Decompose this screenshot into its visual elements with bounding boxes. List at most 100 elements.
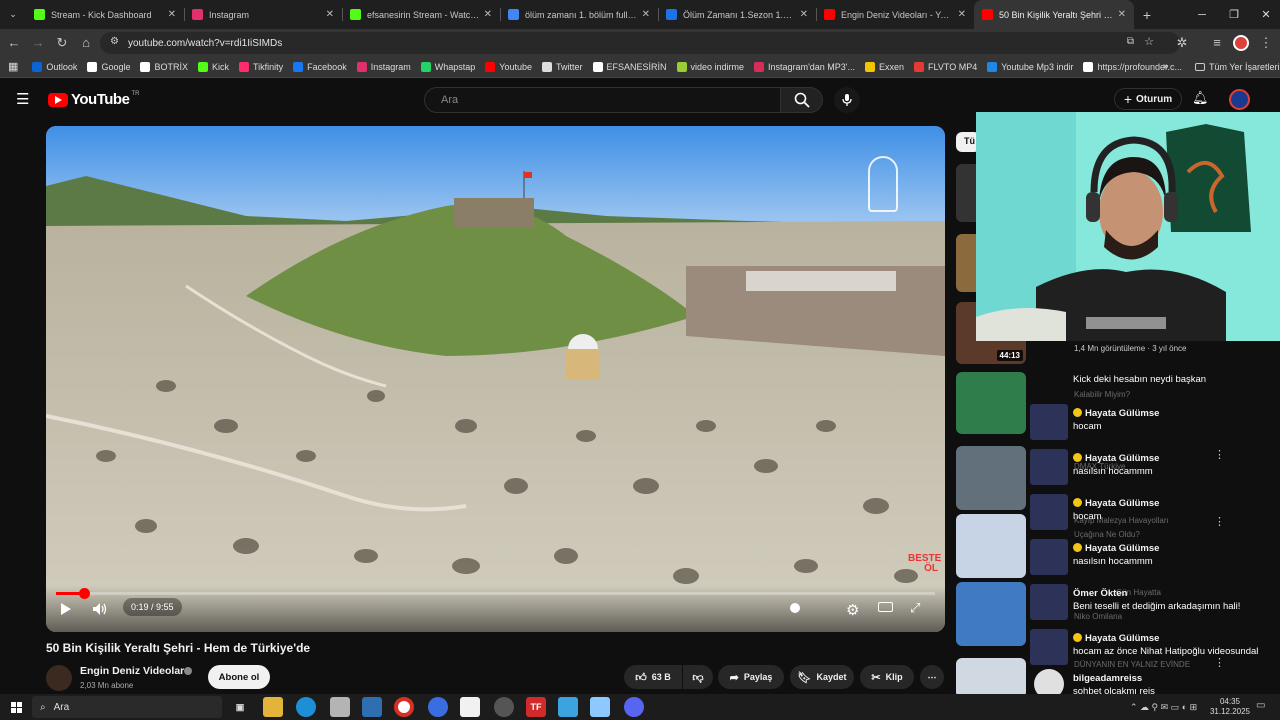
tab-close-icon[interactable]: ✕: [1118, 9, 1126, 20]
related-thumbnail[interactable]: [956, 372, 1026, 434]
bookmark-item[interactable]: BOTRİX: [140, 61, 188, 72]
tab-close-icon[interactable]: ✕: [958, 9, 966, 20]
taskbar-search[interactable]: ⌕ Ara: [32, 696, 222, 718]
channel-avatar[interactable]: [46, 665, 72, 691]
browser-tab[interactable]: Instagram ✕: [184, 0, 342, 29]
bookmark-item[interactable]: Instagram: [356, 61, 411, 72]
start-menu-icon[interactable]: [6, 697, 26, 717]
bookmark-item[interactable]: Tikfinity: [239, 61, 283, 72]
tab-close-icon[interactable]: ✕: [800, 9, 808, 20]
bookmark-item[interactable]: video indirme: [676, 61, 744, 72]
voice-search-button[interactable]: [834, 87, 860, 113]
notifications-bell-icon[interactable]: 🔔︎: [1192, 90, 1209, 106]
home-icon[interactable]: ⌂: [74, 31, 98, 55]
browser-tab[interactable]: Stream - Kick Dashboard ✕: [26, 0, 184, 29]
new-tab-button[interactable]: +: [1134, 7, 1160, 23]
subscribe-button[interactable]: Abone ol: [208, 665, 270, 689]
install-app-icon[interactable]: ⧉: [1127, 36, 1134, 47]
browser-tab[interactable]: Engin Deniz Videoları - YouTube ✕: [816, 0, 974, 29]
bookmark-item[interactable]: Youtube: [485, 61, 532, 72]
profile-avatar[interactable]: [1233, 35, 1249, 51]
all-bookmarks-folder[interactable]: Tüm Yer İşaretleri: [1195, 62, 1280, 72]
discord-icon[interactable]: [624, 697, 644, 717]
bookmark-item[interactable]: Outlook: [32, 61, 77, 72]
bookmark-item[interactable]: Whapstap: [420, 61, 475, 72]
bookmark-item[interactable]: Twitter: [541, 61, 583, 72]
more-actions-button[interactable]: ⋯: [920, 665, 944, 689]
create-button[interactable]: + Oturum: [1114, 88, 1182, 110]
chrome-icon[interactable]: [394, 697, 414, 717]
share-button[interactable]: ➦ Paylaş: [718, 665, 784, 689]
tikfinity-icon[interactable]: TF: [526, 697, 546, 717]
dislike-button[interactable]: 👎︎: [683, 665, 713, 689]
forward-icon[interactable]: →: [26, 31, 50, 55]
close-window-icon[interactable]: ✕: [1250, 0, 1280, 29]
related-thumbnail[interactable]: [956, 658, 1026, 698]
back-icon[interactable]: ←: [2, 31, 26, 55]
tab-close-icon[interactable]: ✕: [484, 9, 492, 20]
reload-icon[interactable]: ↻: [50, 31, 74, 55]
bookmark-star-icon[interactable]: ☆: [1144, 35, 1154, 48]
bookmark-item[interactable]: Instagram'dan MP3'...: [754, 61, 855, 72]
task-view-icon[interactable]: ▣: [230, 697, 250, 717]
notification-center-icon[interactable]: ▭: [1256, 700, 1265, 711]
browser-tab[interactable]: ölüm zamanı 1. bölüm full izle ✕: [500, 0, 658, 29]
app-icon[interactable]: [428, 697, 448, 717]
bookmark-item[interactable]: Exxen: [865, 61, 904, 72]
app-icon[interactable]: [590, 697, 610, 717]
bookmark-item[interactable]: Kick: [197, 61, 229, 72]
tab-close-icon[interactable]: ✕: [168, 9, 176, 20]
windows-taskbar: ⌕ Ara ▣ TF ⌃ ☁ ⚲ ✉ ▭ ◐ ⊞ 04:35 31.12.2025…: [0, 694, 1280, 720]
app-icon[interactable]: [558, 697, 578, 717]
bookmark-item[interactable]: FLVTO MP4: [914, 61, 977, 72]
youtube-logo[interactable]: YouTube TR: [48, 91, 139, 108]
tab-search-button[interactable]: ⌄: [0, 0, 26, 29]
mute-button[interactable]: [92, 602, 108, 618]
address-bar[interactable]: ⚙ youtube.com/watch?v=rdi1IiSIMDs ⧉ ☆: [100, 32, 1180, 54]
video-player[interactable]: BESTE ÖL 0:19 / 9:55 ⚙ ⤢: [46, 126, 945, 632]
tab-close-icon[interactable]: ✕: [326, 9, 334, 20]
clip-button[interactable]: ✂ Klip: [860, 665, 914, 689]
bookmark-item[interactable]: Facebook: [293, 61, 347, 72]
save-button[interactable]: 🔖︎ Kaydet: [790, 665, 854, 689]
extensions-icon[interactable]: ✲: [1170, 31, 1194, 55]
account-avatar[interactable]: [1229, 89, 1250, 110]
related-thumbnail[interactable]: [956, 514, 1026, 578]
play-button[interactable]: [60, 602, 72, 618]
video-title: 50 Bin Kişilik Yeraltı Şehri - Hem de Tü…: [46, 641, 311, 655]
app-icon[interactable]: [494, 697, 514, 717]
channel-name[interactable]: Engin Deniz Videoları: [80, 665, 187, 677]
notepad-icon[interactable]: [460, 697, 480, 717]
search-input[interactable]: Ara: [424, 87, 781, 113]
fullscreen-button[interactable]: ⤢: [910, 600, 920, 616]
theater-mode-button[interactable]: [878, 602, 893, 614]
store-icon[interactable]: [330, 697, 350, 717]
hamburger-menu-icon[interactable]: ☰: [16, 90, 29, 108]
autoplay-toggle[interactable]: [790, 603, 800, 615]
bookmark-item[interactable]: Google: [87, 61, 130, 72]
app-icon[interactable]: [362, 697, 382, 717]
browser-tab[interactable]: efsanesirin Stream - Watch Live ✕: [342, 0, 500, 29]
settings-button[interactable]: ⚙: [846, 601, 859, 619]
browser-tab[interactable]: Ölüm Zamanı 1.Sezon 1.Bölüm ✕: [658, 0, 816, 29]
minimize-icon[interactable]: ─: [1186, 0, 1218, 29]
browser-menu-icon[interactable]: ⋮: [1254, 31, 1278, 55]
apps-grid-icon[interactable]: ▦: [8, 60, 18, 73]
bookmarks-overflow-icon[interactable]: »: [1163, 61, 1169, 72]
tab-close-icon[interactable]: ✕: [642, 9, 650, 20]
bookmark-item[interactable]: Youtube Mp3 indir: [987, 61, 1073, 72]
file-explorer-icon[interactable]: [263, 697, 283, 717]
scrubber-handle[interactable]: [79, 588, 91, 599]
bookmark-item[interactable]: EFSANESİRİN: [592, 61, 667, 72]
related-thumbnail[interactable]: [956, 446, 1026, 510]
like-button[interactable]: 👍︎ 63 B: [624, 665, 682, 689]
progress-bar[interactable]: [56, 588, 935, 599]
edge-icon[interactable]: [296, 697, 316, 717]
search-button[interactable]: [781, 87, 823, 113]
reading-list-icon[interactable]: ≡: [1205, 31, 1229, 55]
site-info-icon[interactable]: ⚙: [110, 36, 119, 47]
maximize-icon[interactable]: ❐: [1218, 0, 1250, 29]
browser-tab[interactable]: 50 Bin Kişilik Yeraltı Şehri - Hem ✕: [974, 0, 1134, 29]
clock[interactable]: 04:35 31.12.2025: [1208, 697, 1252, 717]
related-thumbnail[interactable]: [956, 582, 1026, 646]
